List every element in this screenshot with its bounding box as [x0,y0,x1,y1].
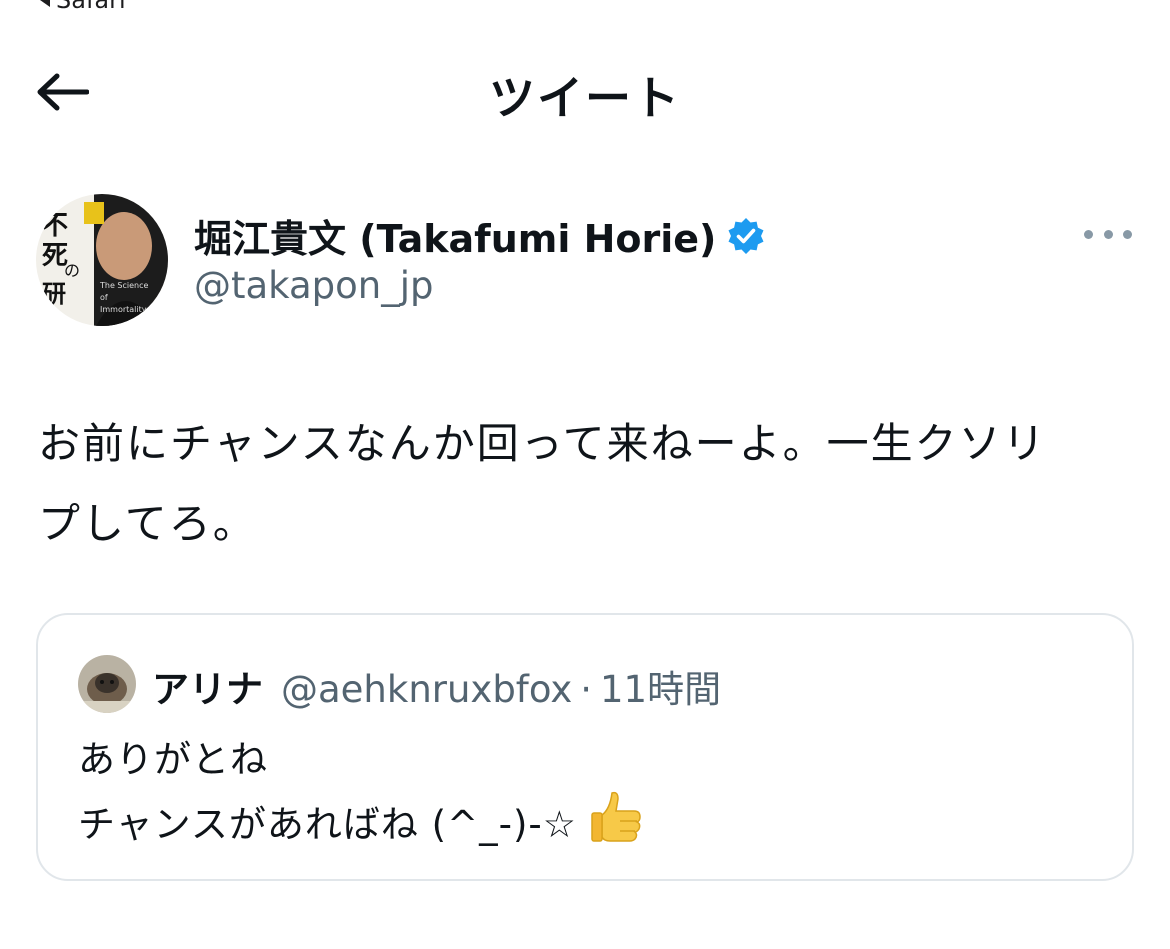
thumbs-up-icon [590,791,641,842]
author-name: 堀江貴文 (Takafumi Horie) [194,217,717,261]
more-options-icon[interactable] [1084,222,1132,246]
quoted-text-line-2: チャンスがあればね (^_-)-☆ [78,803,577,846]
tweet-text-line-2: プしてろ。 [38,499,257,548]
quoted-author-name: アリナ [152,668,263,711]
quoted-tweet-text: ありがとね チャンスがあればね (^_-)-☆ [78,731,1108,854]
status-back-label: Safari [56,0,126,14]
tweet-text-line-1: お前にチャンスなんか回って来ねーよ。一生クソリ [38,419,1047,468]
author-avatar[interactable]: 不 死 の 研 The Science of Immortality [36,194,168,326]
svg-text:Immortality: Immortality [100,305,147,314]
quoted-tweet-header: アリナ @aehknruxbfox · 11時間 [152,659,721,713]
page-title: ツイート [489,71,681,125]
svg-text:The Science: The Science [99,281,149,290]
back-triangle-icon [40,0,50,7]
quoted-author-handle: @aehknruxbfox [281,668,573,711]
tweet-text: お前にチャンスなんか回って来ねーよ。一生クソリ プしてろ。 [38,404,1148,564]
quoted-separator: · [580,668,592,711]
svg-text:の: の [64,261,80,280]
svg-text:不: 不 [42,211,68,241]
quoted-tweet-card[interactable]: アリナ @aehknruxbfox · 11時間 ありがとね チャンスがあればね… [36,613,1134,881]
svg-text:研: 研 [42,279,66,308]
svg-text:of: of [100,293,108,302]
quoted-text-line-1: ありがとね [78,738,268,781]
verified-badge-icon [728,217,764,254]
status-back-to-safari[interactable]: Safari [40,0,126,14]
author-handle[interactable]: @takapon_jp [194,264,433,307]
quoted-timestamp: 11時間 [600,668,722,711]
quoted-author-avatar [78,655,136,713]
author-name-row[interactable]: 堀江貴文 (Takafumi Horie) [194,208,766,263]
quoted-text-line-2-row: チャンスがあればね (^_-)-☆ [78,789,1108,854]
